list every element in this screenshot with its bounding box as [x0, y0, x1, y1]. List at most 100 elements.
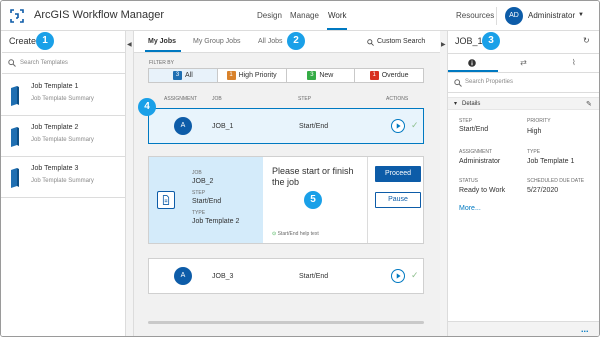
job-row[interactable]: A JOB_3 Start/End ✓ [148, 258, 424, 294]
resources-link[interactable]: Resources [456, 11, 494, 20]
filter-label-text: Overdue [381, 72, 409, 79]
column-header-job: JOB [212, 96, 222, 102]
field-label: SCHEDULED DUE DATE [527, 178, 585, 184]
search-icon [8, 59, 16, 67]
job-step: Start/End [299, 123, 329, 130]
template-book-icon [11, 168, 19, 188]
filter-overdue[interactable]: 1 Overdue [355, 69, 423, 82]
details-tabs: ⇄ ⌇ [448, 53, 599, 73]
user-name[interactable]: Administrator [528, 11, 575, 20]
tab-workflow[interactable]: ⇄ [498, 54, 548, 72]
field-value: High [527, 128, 542, 135]
filter-label-text: All [184, 72, 193, 79]
tab-my-jobs[interactable]: My Jobs [148, 38, 176, 45]
callout-2: 2 [287, 32, 305, 50]
field-label: STATUS [459, 178, 478, 184]
filter-label-text: High Priority [238, 72, 277, 79]
template-name: Job Template 3 [31, 165, 79, 172]
user-avatar[interactable]: AD [505, 7, 523, 25]
details-section-label: Details [462, 101, 481, 107]
callout-4: 4 [138, 98, 156, 116]
jobs-panel: My Jobs My Group Jobs All Jobs Custom Se… [134, 31, 440, 336]
filter-count-badge: 3 [307, 71, 317, 80]
play-icon[interactable] [391, 119, 405, 133]
template-search-input[interactable]: Search Templates [2, 52, 125, 74]
field-label: STEP [459, 118, 473, 124]
nav-work[interactable]: Work [328, 11, 347, 20]
type-value: Job Template 2 [192, 218, 240, 225]
template-item[interactable]: Job Template 1 Job Template Summary [1, 76, 125, 116]
property-search-input[interactable]: Search Properties [448, 73, 599, 93]
column-header-step: STEP [298, 96, 312, 102]
template-summary: Job Template Summary [31, 178, 94, 184]
pencil-icon[interactable]: ✎ [586, 100, 592, 108]
job-name: JOB_3 [212, 273, 234, 280]
assignee-avatar: A [174, 267, 192, 285]
proceed-button[interactable]: Proceed [375, 166, 421, 182]
check-icon[interactable]: ✓ [411, 120, 419, 131]
template-summary: Job Template Summary [31, 137, 94, 143]
filter-all[interactable]: 3 All [149, 69, 218, 82]
assignee-avatar: A [174, 117, 192, 135]
tab-active-indicator [145, 50, 181, 52]
pause-button[interactable]: Pause [375, 192, 421, 208]
details-section-header[interactable]: ▾ Details ✎ [448, 97, 599, 110]
filter-count-badge: 1 [226, 71, 236, 80]
field-label: PRIORITY [527, 118, 551, 124]
template-name: Job Template 1 [31, 83, 79, 90]
job-label: JOB [192, 170, 202, 176]
callout-1: 1 [36, 32, 54, 50]
nav-design[interactable]: Design [257, 11, 282, 20]
tab-info[interactable] [448, 54, 499, 72]
field-value: Job Template 1 [527, 158, 575, 165]
more-options-icon[interactable]: ... [581, 324, 589, 334]
refresh-icon[interactable]: ↻ [583, 36, 590, 45]
play-icon[interactable] [391, 269, 405, 283]
template-item[interactable]: Job Template 3 Job Template Summary [1, 158, 125, 198]
custom-search-button[interactable]: Custom Search [377, 38, 425, 45]
nav-active-indicator [327, 28, 347, 30]
collapse-left-handle[interactable]: ◀ [126, 31, 134, 336]
template-book-icon [11, 127, 19, 147]
check-icon[interactable]: ✓ [411, 270, 419, 281]
field-value: Administrator [459, 158, 501, 165]
expanded-job-card: JOB JOB_2 STEP Start/End TYPE Job Templa… [148, 156, 424, 244]
template-item[interactable]: Job Template 2 Job Template Summary [1, 117, 125, 157]
search-icon [367, 39, 374, 46]
field-label: ASSIGNMENT [459, 149, 493, 155]
top-header: ArcGIS Workflow Manager Design Manage Wo… [1, 1, 599, 31]
job-summary-section: JOB JOB_2 STEP Start/End TYPE Job Templa… [149, 157, 263, 243]
chevron-right-icon: ▶ [441, 42, 446, 48]
filter-count-badge: 3 [172, 71, 182, 80]
callout-5: 5 [304, 191, 322, 209]
search-placeholder: Search Properties [465, 79, 514, 85]
tab-my-group-jobs[interactable]: My Group Jobs [193, 38, 240, 45]
app-window: ArcGIS Workflow Manager Design Manage Wo… [0, 0, 600, 337]
filter-count-badge: 1 [369, 71, 379, 80]
card-divider [367, 157, 368, 243]
filter-new[interactable]: 3 New [287, 69, 356, 82]
create-panel-title: Create [9, 36, 37, 46]
tab-all-jobs[interactable]: All Jobs [258, 38, 283, 45]
filter-high-priority[interactable]: 1 High Priority [218, 69, 287, 82]
more-link[interactable]: More... [459, 205, 481, 212]
collapse-right-handle[interactable]: ▶ [440, 31, 448, 336]
paperclip-icon: ⌇ [571, 58, 576, 67]
filter-label-text: New [319, 72, 334, 79]
field-value: Ready to Work [459, 187, 506, 194]
callout-3: 3 [482, 32, 500, 50]
job-row[interactable]: A JOB_1 Start/End ✓ [148, 108, 424, 144]
tab-attachments[interactable]: ⌇ [549, 54, 599, 72]
horizontal-scrollbar[interactable] [148, 321, 424, 324]
step-help[interactable]: ⊙ Start/End help text [272, 231, 319, 237]
job-step: Start/End [299, 273, 329, 280]
filter-bar: 3 All 1 High Priority 3 New 1 Overdue [148, 68, 424, 83]
user-menu-caret-icon[interactable]: ▼ [578, 12, 584, 18]
step-value: Start/End [192, 198, 222, 205]
nav-manage[interactable]: Manage [290, 11, 319, 20]
job-value: JOB_2 [192, 178, 214, 185]
search-placeholder: Search Templates [20, 60, 68, 66]
create-panel: Create Search Templates Job Template 1 J… [1, 31, 126, 336]
field-value: 5/27/2020 [527, 187, 559, 194]
job-details-panel: JOB_1 ↻ ⇄ ⌇ Search Properties ▾ Details … [448, 31, 599, 336]
